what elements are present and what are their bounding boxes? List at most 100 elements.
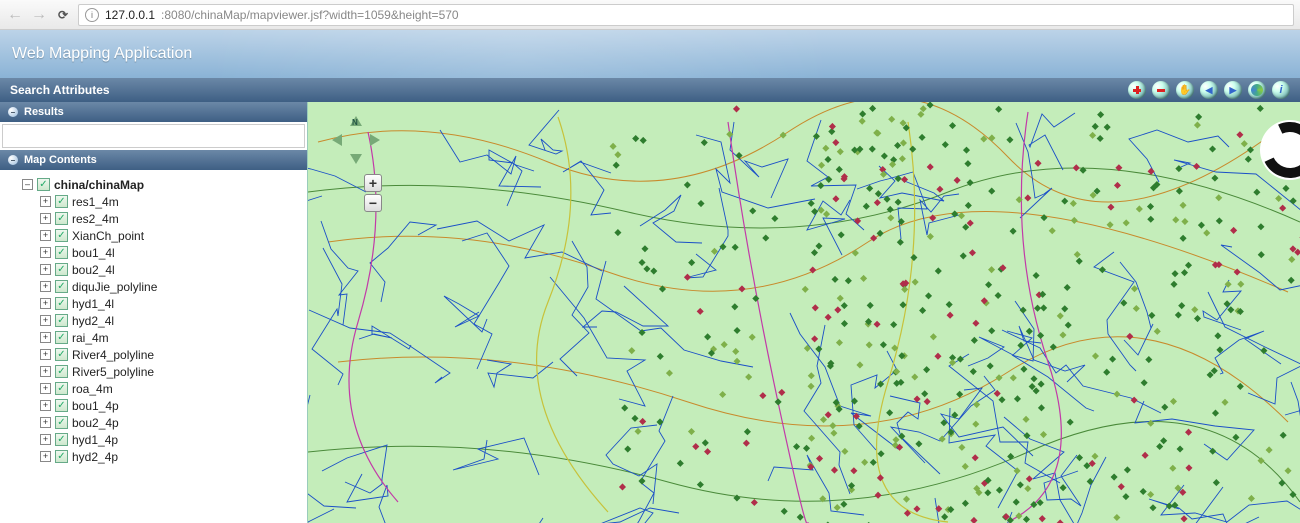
tree-layer-label: bou1_4l: [72, 246, 115, 260]
tree-root-label: china/chinaMap: [54, 178, 144, 192]
tree-layer-node[interactable]: + hyd2_4l: [8, 312, 303, 329]
expander-icon[interactable]: +: [40, 332, 51, 343]
checkbox[interactable]: [55, 229, 68, 242]
zoom-in-button[interactable]: [1128, 81, 1146, 99]
app-title: Web Mapping Application: [12, 45, 192, 63]
tree-layer-node[interactable]: +River4_polyline: [8, 346, 303, 363]
expander-icon[interactable]: +: [40, 417, 51, 428]
site-info-icon[interactable]: i: [85, 8, 99, 22]
expander-icon[interactable]: +: [40, 264, 51, 275]
tree-layer-label: roa_4m: [72, 382, 113, 396]
tree-layer-node[interactable]: + hyd1_4p: [8, 431, 303, 448]
pan-west-button[interactable]: [332, 134, 342, 146]
url-host: 127.0.0.1: [105, 8, 155, 22]
expander-icon[interactable]: +: [40, 213, 51, 224]
prev-extent-button[interactable]: [1200, 81, 1218, 99]
next-extent-button[interactable]: [1224, 81, 1242, 99]
tree-layer-node[interactable]: +XianCh_point: [8, 227, 303, 244]
browser-forward-button[interactable]: →: [30, 6, 48, 24]
pan-south-button[interactable]: [350, 154, 362, 164]
tree-layer-node[interactable]: +diquJie_polyline: [8, 278, 303, 295]
tree-layer-label: rai_4m: [72, 331, 109, 345]
checkbox[interactable]: [55, 297, 68, 310]
expander-icon[interactable]: –: [22, 179, 33, 190]
north-label: N: [352, 118, 358, 127]
expander-icon[interactable]: +: [40, 230, 51, 241]
tree-layer-label: hyd1_4l: [72, 297, 114, 311]
checkbox[interactable]: [55, 263, 68, 276]
tree-layer-label: res1_4m: [72, 195, 119, 209]
checkbox[interactable]: [55, 280, 68, 293]
expander-icon[interactable]: +: [40, 434, 51, 445]
layer-tree: – china/chinaMap + res1_4m + res2_4m+XianCh…: [0, 170, 307, 471]
url-path: :8080/chinaMap/mapviewer.jsf?width=1059&…: [161, 8, 459, 22]
tree-layer-label: hyd1_4p: [72, 433, 118, 447]
expander-icon[interactable]: +: [40, 298, 51, 309]
checkbox[interactable]: [55, 195, 68, 208]
expander-icon[interactable]: +: [40, 196, 51, 207]
expander-icon[interactable]: +: [40, 400, 51, 411]
checkbox[interactable]: [55, 246, 68, 259]
browser-url-bar[interactable]: i 127.0.0.1 :8080/chinaMap/mapviewer.jsf?…: [78, 4, 1294, 26]
tree-root-node[interactable]: – china/chinaMap: [8, 176, 303, 193]
browser-reload-button[interactable]: ⟳: [54, 6, 72, 24]
tree-layer-label: bou2_4l: [72, 263, 115, 277]
sidebar: – Results – Map Contents – china/chinaMa…: [0, 102, 308, 523]
results-panel-header[interactable]: – Results: [0, 102, 307, 122]
tree-layer-node[interactable]: + res1_4m: [8, 193, 303, 210]
tree-layer-label: bou1_4p: [72, 399, 119, 413]
checkbox[interactable]: [55, 450, 68, 463]
expander-icon[interactable]: +: [40, 247, 51, 258]
checkbox[interactable]: [55, 365, 68, 378]
checkbox[interactable]: [55, 348, 68, 361]
results-panel-body[interactable]: [2, 124, 305, 148]
tree-layer-label: hyd2_4l: [72, 314, 114, 328]
collapse-icon[interactable]: –: [8, 107, 18, 117]
tree-layer-label: res2_4m: [72, 212, 119, 226]
expander-icon[interactable]: +: [40, 281, 51, 292]
checkbox[interactable]: [55, 433, 68, 446]
map-contents-panel-header[interactable]: – Map Contents: [0, 150, 307, 170]
pan-control[interactable]: N: [332, 116, 380, 164]
map-zoom-out-button[interactable]: −: [364, 194, 382, 212]
tree-layer-node[interactable]: + hyd1_4l: [8, 295, 303, 312]
expander-icon[interactable]: +: [40, 366, 51, 377]
tree-layer-label: hyd2_4p: [72, 450, 118, 464]
tree-layer-node[interactable]: +bou2_4p: [8, 414, 303, 431]
map-viewport[interactable]: N + −: [308, 102, 1300, 523]
expander-icon[interactable]: +: [40, 315, 51, 326]
map-contents-panel-label: Map Contents: [24, 154, 97, 166]
checkbox[interactable]: [55, 382, 68, 395]
tree-layer-label: River5_polyline: [72, 365, 154, 379]
pan-east-button[interactable]: [370, 134, 380, 146]
tree-layer-node[interactable]: + hyd2_4p: [8, 448, 303, 465]
app-header: Web Mapping Application: [0, 30, 1300, 78]
tree-layer-node[interactable]: + bou2_4l: [8, 261, 303, 278]
full-extent-button[interactable]: [1248, 81, 1266, 99]
expander-icon[interactable]: +: [40, 451, 51, 462]
pan-button[interactable]: [1176, 81, 1194, 99]
identify-button[interactable]: [1272, 81, 1290, 99]
tree-layer-node[interactable]: + River5_polyline: [8, 363, 303, 380]
map-zoom-in-button[interactable]: +: [364, 174, 382, 192]
tree-layer-node[interactable]: + bou1_4p: [8, 397, 303, 414]
map-canvas: [308, 102, 1300, 523]
zoom-out-button[interactable]: [1152, 81, 1170, 99]
collapse-icon[interactable]: –: [8, 155, 18, 165]
tree-layer-node[interactable]: + bou1_4l: [8, 244, 303, 261]
workspace: – Results – Map Contents – china/chinaMa…: [0, 102, 1300, 523]
checkbox[interactable]: [55, 331, 68, 344]
checkbox[interactable]: [55, 416, 68, 429]
expander-icon[interactable]: +: [40, 383, 51, 394]
tree-layer-node[interactable]: + roa_4m: [8, 380, 303, 397]
tree-layer-node[interactable]: + res2_4m: [8, 210, 303, 227]
tree-layer-node[interactable]: + rai_4m: [8, 329, 303, 346]
results-panel-label: Results: [24, 106, 64, 118]
browser-back-button[interactable]: ←: [6, 6, 24, 24]
expander-icon[interactable]: +: [40, 349, 51, 360]
checkbox[interactable]: [37, 178, 50, 191]
toolbar-search-label[interactable]: Search Attributes: [10, 83, 110, 97]
checkbox[interactable]: [55, 314, 68, 327]
checkbox[interactable]: [55, 399, 68, 412]
checkbox[interactable]: [55, 212, 68, 225]
